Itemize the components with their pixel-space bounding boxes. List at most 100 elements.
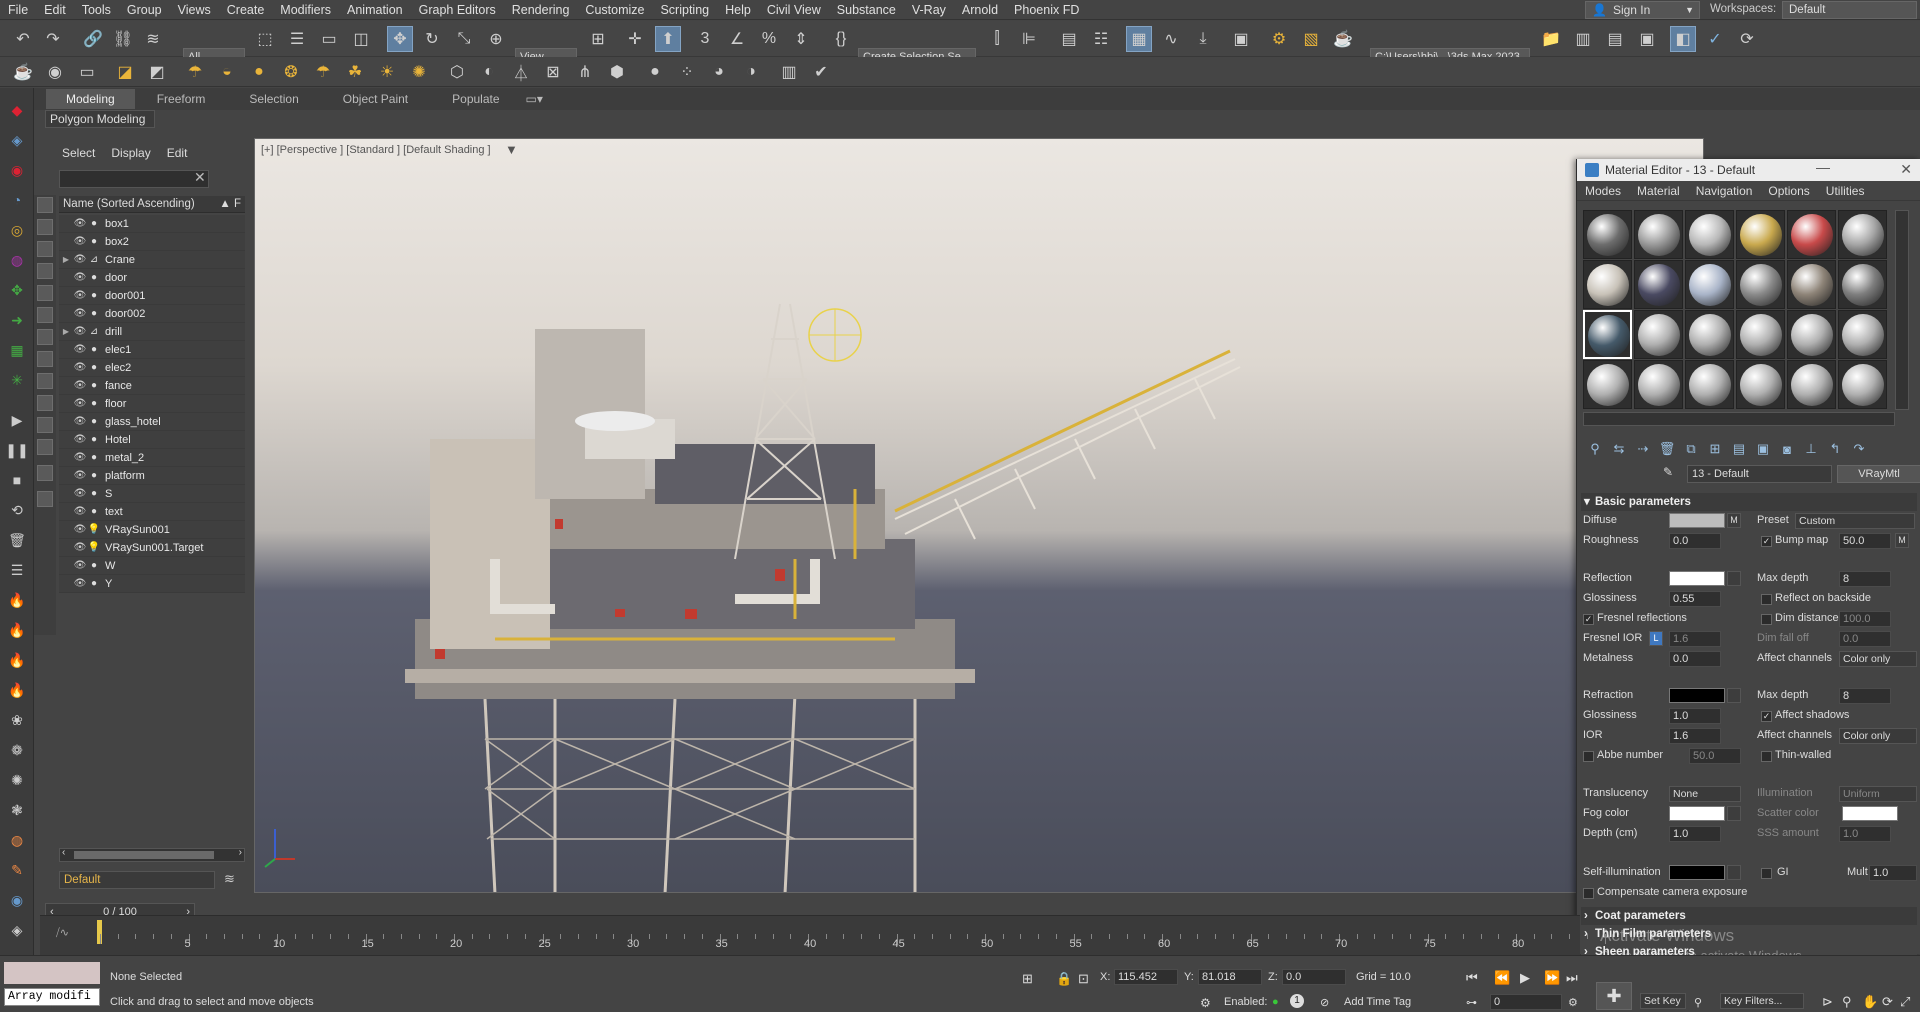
layer-manager-icon[interactable]: ≋: [224, 871, 235, 887]
menu-create[interactable]: Create: [219, 3, 273, 17]
prev-key-icon[interactable]: ⏪: [1494, 970, 1510, 986]
hierarchy-icon[interactable]: ◔: [5, 188, 29, 212]
tab-object-paint[interactable]: Object Paint: [321, 92, 430, 106]
key-filters-button[interactable]: Key Filters...: [1720, 993, 1804, 1009]
fresnel-reflections-checkbox[interactable]: ✓: [1583, 614, 1594, 625]
vray-sunlight-icon[interactable]: ✺: [406, 59, 432, 85]
menu-file[interactable]: File: [0, 3, 36, 17]
visibility-eye-icon[interactable]: 👁: [73, 218, 87, 229]
slots-scrollbar[interactable]: [1895, 210, 1909, 410]
translucency-dropdown[interactable]: None: [1669, 786, 1741, 802]
vray-mesh-export-icon[interactable]: ⬢: [604, 59, 630, 85]
material-slot[interactable]: [1685, 260, 1734, 309]
liquid-source-icon[interactable]: 🔥: [5, 618, 29, 642]
menu-navigation[interactable]: Navigation: [1688, 184, 1761, 198]
camera-filter-icon[interactable]: [37, 263, 53, 279]
put-library-icon[interactable]: ▤: [1727, 441, 1751, 457]
visibility-eye-icon[interactable]: 👁: [73, 290, 87, 301]
utilities-icon[interactable]: ✥: [5, 278, 29, 302]
bump-map-button[interactable]: M: [1895, 533, 1909, 548]
fog-map-button[interactable]: [1727, 806, 1741, 821]
menu-customize[interactable]: Customize: [577, 3, 652, 17]
material-type-button[interactable]: VRayMtl: [1837, 465, 1920, 483]
list-item[interactable]: 👁 ● door002: [59, 305, 245, 323]
isolate-icon[interactable]: ⊞: [1022, 971, 1033, 987]
menu-phoenix-fd[interactable]: Phoenix FD: [1006, 3, 1087, 17]
menu-edit[interactable]: Edit: [36, 3, 74, 17]
visibility-eye-icon[interactable]: 👁: [73, 524, 87, 535]
visibility-eye-icon[interactable]: 👁: [73, 470, 87, 481]
reflection-color-swatch[interactable]: [1669, 571, 1725, 586]
compensate-exposure-checkbox[interactable]: [1583, 888, 1594, 899]
render-setup-icon[interactable]: ⚙: [1266, 26, 1292, 52]
info-icon[interactable]: 1: [1290, 994, 1304, 1008]
material-editor-icon[interactable]: ▣: [1228, 26, 1254, 52]
scatter-color-swatch[interactable]: [1842, 806, 1898, 821]
dim-falloff-spinner[interactable]: 0.0: [1839, 631, 1891, 647]
list-item[interactable]: 👁 ● box2: [59, 233, 245, 251]
render-production-icon[interactable]: ☕: [1330, 26, 1356, 52]
scene-search-input[interactable]: [59, 170, 209, 188]
current-frame-field[interactable]: 0: [1490, 994, 1562, 1010]
metalness-spinner[interactable]: 0.0: [1669, 651, 1721, 667]
percent-snap-icon[interactable]: %: [756, 26, 782, 52]
menu-group[interactable]: Group: [119, 3, 170, 17]
bind-space-warp-icon[interactable]: ≋: [140, 26, 166, 52]
unique-icon[interactable]: ⊞: [1703, 441, 1727, 457]
visibility-eye-icon[interactable]: 👁: [73, 362, 87, 373]
bump-amount-spinner[interactable]: 50.0: [1839, 533, 1891, 549]
vray-spot-icon[interactable]: ☂: [310, 59, 336, 85]
material-slot[interactable]: [1838, 310, 1887, 359]
refr-affect-channels-dropdown[interactable]: Color only: [1839, 728, 1917, 744]
rotate-icon[interactable]: ↻: [419, 26, 445, 52]
list-item[interactable]: 👁 ● glass_hotel: [59, 413, 245, 431]
viewport-nav-orbit-icon[interactable]: ⟳: [1882, 994, 1893, 1010]
vray-mesh-light-icon[interactable]: ❂: [278, 59, 304, 85]
list-item[interactable]: 👁 ● floor: [59, 395, 245, 413]
menu-animation[interactable]: Animation: [339, 3, 411, 17]
vray-proxy-icon[interactable]: ⬡: [444, 59, 470, 85]
goto-end-icon[interactable]: ⏭: [1566, 970, 1578, 986]
play-animation-icon[interactable]: ▶: [1520, 970, 1530, 986]
maxscript-input[interactable]: Array modifi: [4, 988, 100, 1006]
refraction-color-swatch[interactable]: [1669, 688, 1725, 703]
sss-amount-spinner[interactable]: 1.0: [1839, 826, 1891, 842]
expand-icon[interactable]: ▶: [59, 255, 73, 264]
visibility-eye-icon[interactable]: 👁: [73, 344, 87, 355]
refl-max-depth-spinner[interactable]: 8: [1839, 571, 1891, 587]
tab-selection[interactable]: Selection: [227, 92, 320, 106]
align-icon[interactable]: ⊫: [1016, 26, 1042, 52]
select-object-icon[interactable]: ⬚: [252, 26, 278, 52]
material-slot[interactable]: [1838, 260, 1887, 309]
key-mode-toggle-icon[interactable]: ⚲: [1694, 996, 1702, 1009]
y-coord-field[interactable]: 81.018: [1198, 969, 1262, 985]
ribbon-toggle-icon[interactable]: ▦: [1126, 26, 1152, 52]
goto-start-icon[interactable]: ⏮: [1466, 970, 1478, 986]
menu-tools[interactable]: Tools: [74, 3, 119, 17]
project-open-icon[interactable]: ▣: [1634, 26, 1660, 52]
material-slot[interactable]: [1787, 260, 1836, 309]
material-slot[interactable]: [1736, 210, 1785, 259]
vray-volume-icon[interactable]: ⊠: [540, 59, 566, 85]
vray-dome-icon[interactable]: ◒: [214, 59, 240, 85]
vray-mtl-icon[interactable]: ◕: [706, 59, 732, 85]
delete-cache-icon[interactable]: 🗑: [5, 528, 29, 552]
menu-views[interactable]: Views: [170, 3, 219, 17]
light-filter-icon[interactable]: [37, 241, 53, 257]
render-vfb-icon[interactable]: ◉: [42, 59, 68, 85]
list-item[interactable]: 👁 ● fance: [59, 377, 245, 395]
material-slot[interactable]: [1787, 360, 1836, 409]
visibility-eye-icon[interactable]: 👁: [73, 398, 87, 409]
helper-filter-icon[interactable]: [37, 285, 53, 301]
viewport-maximize-icon[interactable]: ⤢: [1900, 994, 1910, 1010]
go-to-parent-icon[interactable]: ↰: [1823, 441, 1847, 457]
list-item[interactable]: 👁 ● platform: [59, 467, 245, 485]
viewport-nav-hand-icon[interactable]: ✋: [1862, 994, 1878, 1010]
edit-named-selection-icon[interactable]: {}: [828, 26, 854, 52]
abbe-spinner[interactable]: 50.0: [1689, 748, 1741, 764]
frame-buffer-icon[interactable]: ▭: [74, 59, 100, 85]
material-slot[interactable]: [1583, 260, 1632, 309]
layer-dropdown[interactable]: Default: [59, 871, 215, 889]
show-end-result-icon[interactable]: ⊥: [1799, 441, 1823, 457]
list-item[interactable]: 👁 ● door001: [59, 287, 245, 305]
